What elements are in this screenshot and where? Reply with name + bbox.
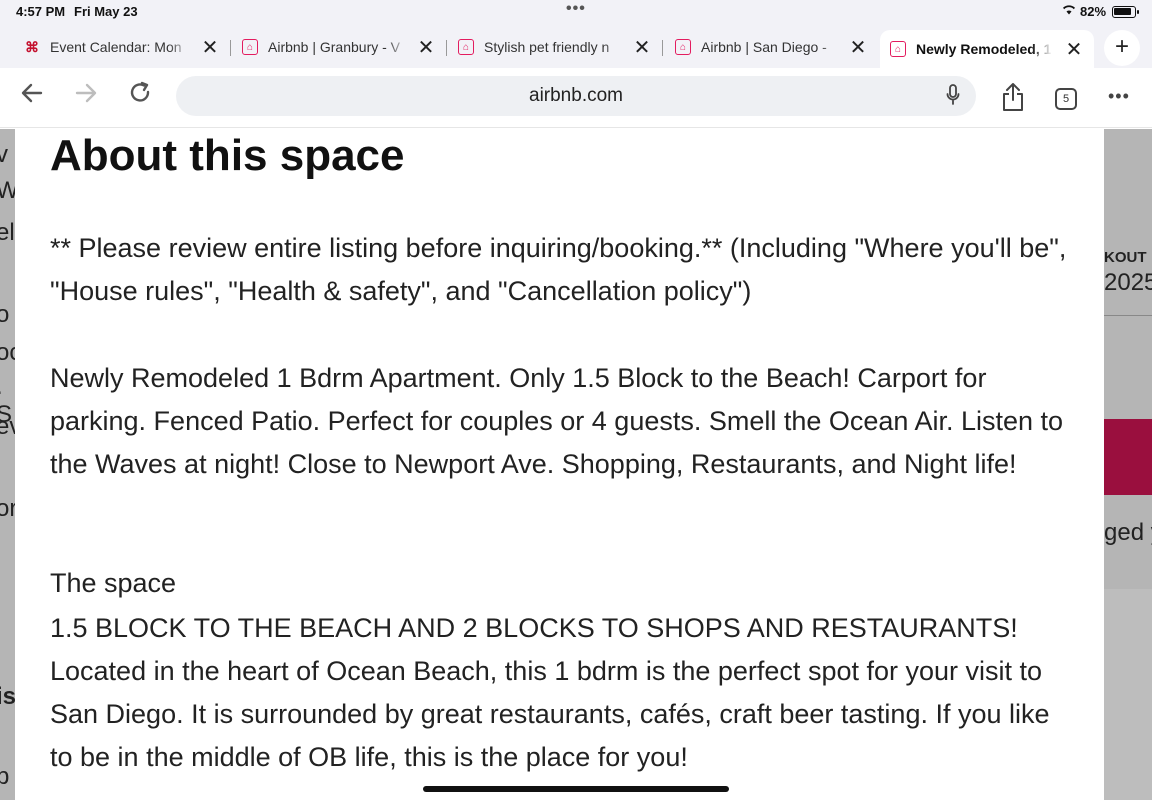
- background-text-fragment: b: [0, 763, 10, 790]
- more-options-icon[interactable]: •••: [1108, 86, 1130, 107]
- background-left-edge: v W ell o oc . S ev or is b: [0, 129, 21, 800]
- calendar-logo-icon: ⌘: [25, 38, 39, 55]
- tab-stylish-pet-friendly[interactable]: ⌂ Stylish pet friendly n ✕: [458, 30, 652, 64]
- status-time: 4:57 PM: [16, 4, 66, 19]
- background-text-fragment: ged y: [1104, 519, 1152, 546]
- background-text-fragment: o: [0, 301, 10, 328]
- tab-divider: [446, 40, 447, 56]
- checkout-label: KOUT: [1104, 249, 1147, 266]
- airbnb-logo-icon: ⌂: [675, 39, 691, 55]
- status-date: Fri May 23: [74, 4, 138, 19]
- about-this-space-modal: About this space ** Please review entire…: [15, 129, 1104, 800]
- tab-event-calendar[interactable]: ⌘ Event Calendar: Mon ✕: [24, 30, 220, 64]
- tab-title: Newly Remodeled, 1: [916, 41, 1052, 57]
- status-bar: 4:57 PM Fri May 23 ••• 82%: [0, 0, 1152, 24]
- tab-title: Airbnb | San Diego -: [701, 39, 827, 55]
- airbnb-logo-icon: ⌂: [242, 39, 258, 55]
- url-text: airbnb.com: [529, 85, 623, 106]
- tab-bar: ⌘ Event Calendar: Mon ✕ ⌂ Airbnb | Granb…: [0, 24, 1152, 68]
- listing-notice-paragraph: ** Please review entire listing before i…: [50, 233, 1067, 306]
- the-space-heading: The space: [50, 568, 177, 598]
- microphone-icon[interactable]: [946, 84, 960, 106]
- tab-divider: [230, 40, 231, 56]
- battery-percent: 82%: [1080, 4, 1107, 19]
- share-icon[interactable]: [1001, 82, 1025, 117]
- browser-toolbar: airbnb.com 5 •••: [0, 68, 1152, 128]
- reload-icon[interactable]: [124, 80, 156, 112]
- close-tab-icon[interactable]: ✕: [848, 35, 868, 60]
- the-space-paragraph: 1.5 BLOCK TO THE BEACH AND 2 BLOCKS TO S…: [50, 613, 1050, 772]
- close-tab-icon[interactable]: ✕: [632, 35, 652, 60]
- wifi-icon: [1062, 4, 1076, 18]
- background-text-fragment: v: [0, 141, 8, 168]
- forward-icon[interactable]: [70, 80, 102, 112]
- multitasking-dots-icon[interactable]: •••: [566, 0, 586, 18]
- tab-title: Stylish pet friendly n: [484, 39, 610, 55]
- new-tab-button[interactable]: +: [1104, 30, 1140, 66]
- tab-title: Airbnb | Granbury - V: [268, 39, 401, 55]
- tab-airbnb-granbury[interactable]: ⌂ Airbnb | Granbury - V ✕: [242, 30, 436, 64]
- tab-divider: [662, 40, 663, 56]
- tab-count-button[interactable]: 5: [1055, 88, 1077, 110]
- tab-airbnb-san-diego[interactable]: ⌂ Airbnb | San Diego - ✕: [675, 30, 868, 64]
- background-right-lower: [1104, 589, 1152, 800]
- tab-newly-remodeled[interactable]: ⌂ Newly Remodeled, 1 ✕: [880, 30, 1094, 68]
- background-right-edge: KOUT 2025 ged y: [1104, 129, 1152, 589]
- listing-summary-paragraph: Newly Remodeled 1 Bdrm Apartment. Only 1…: [50, 363, 1064, 479]
- airbnb-logo-icon: ⌂: [458, 39, 474, 55]
- airbnb-logo-icon: ⌂: [890, 41, 906, 57]
- background-text-fragment: is: [0, 683, 17, 710]
- modal-title: About this space: [50, 131, 405, 180]
- back-icon[interactable]: [16, 80, 48, 112]
- divider: [1104, 315, 1152, 316]
- reserve-button: [1104, 419, 1152, 495]
- close-tab-icon[interactable]: ✕: [200, 35, 220, 60]
- close-tab-icon[interactable]: ✕: [416, 35, 436, 60]
- tab-title: Event Calendar: Mon: [50, 39, 182, 55]
- home-indicator[interactable]: [423, 786, 729, 792]
- battery-icon: [1112, 6, 1139, 18]
- checkout-year: 2025: [1104, 269, 1152, 296]
- close-tab-icon[interactable]: ✕: [1064, 37, 1084, 62]
- address-bar[interactable]: airbnb.com: [176, 76, 976, 116]
